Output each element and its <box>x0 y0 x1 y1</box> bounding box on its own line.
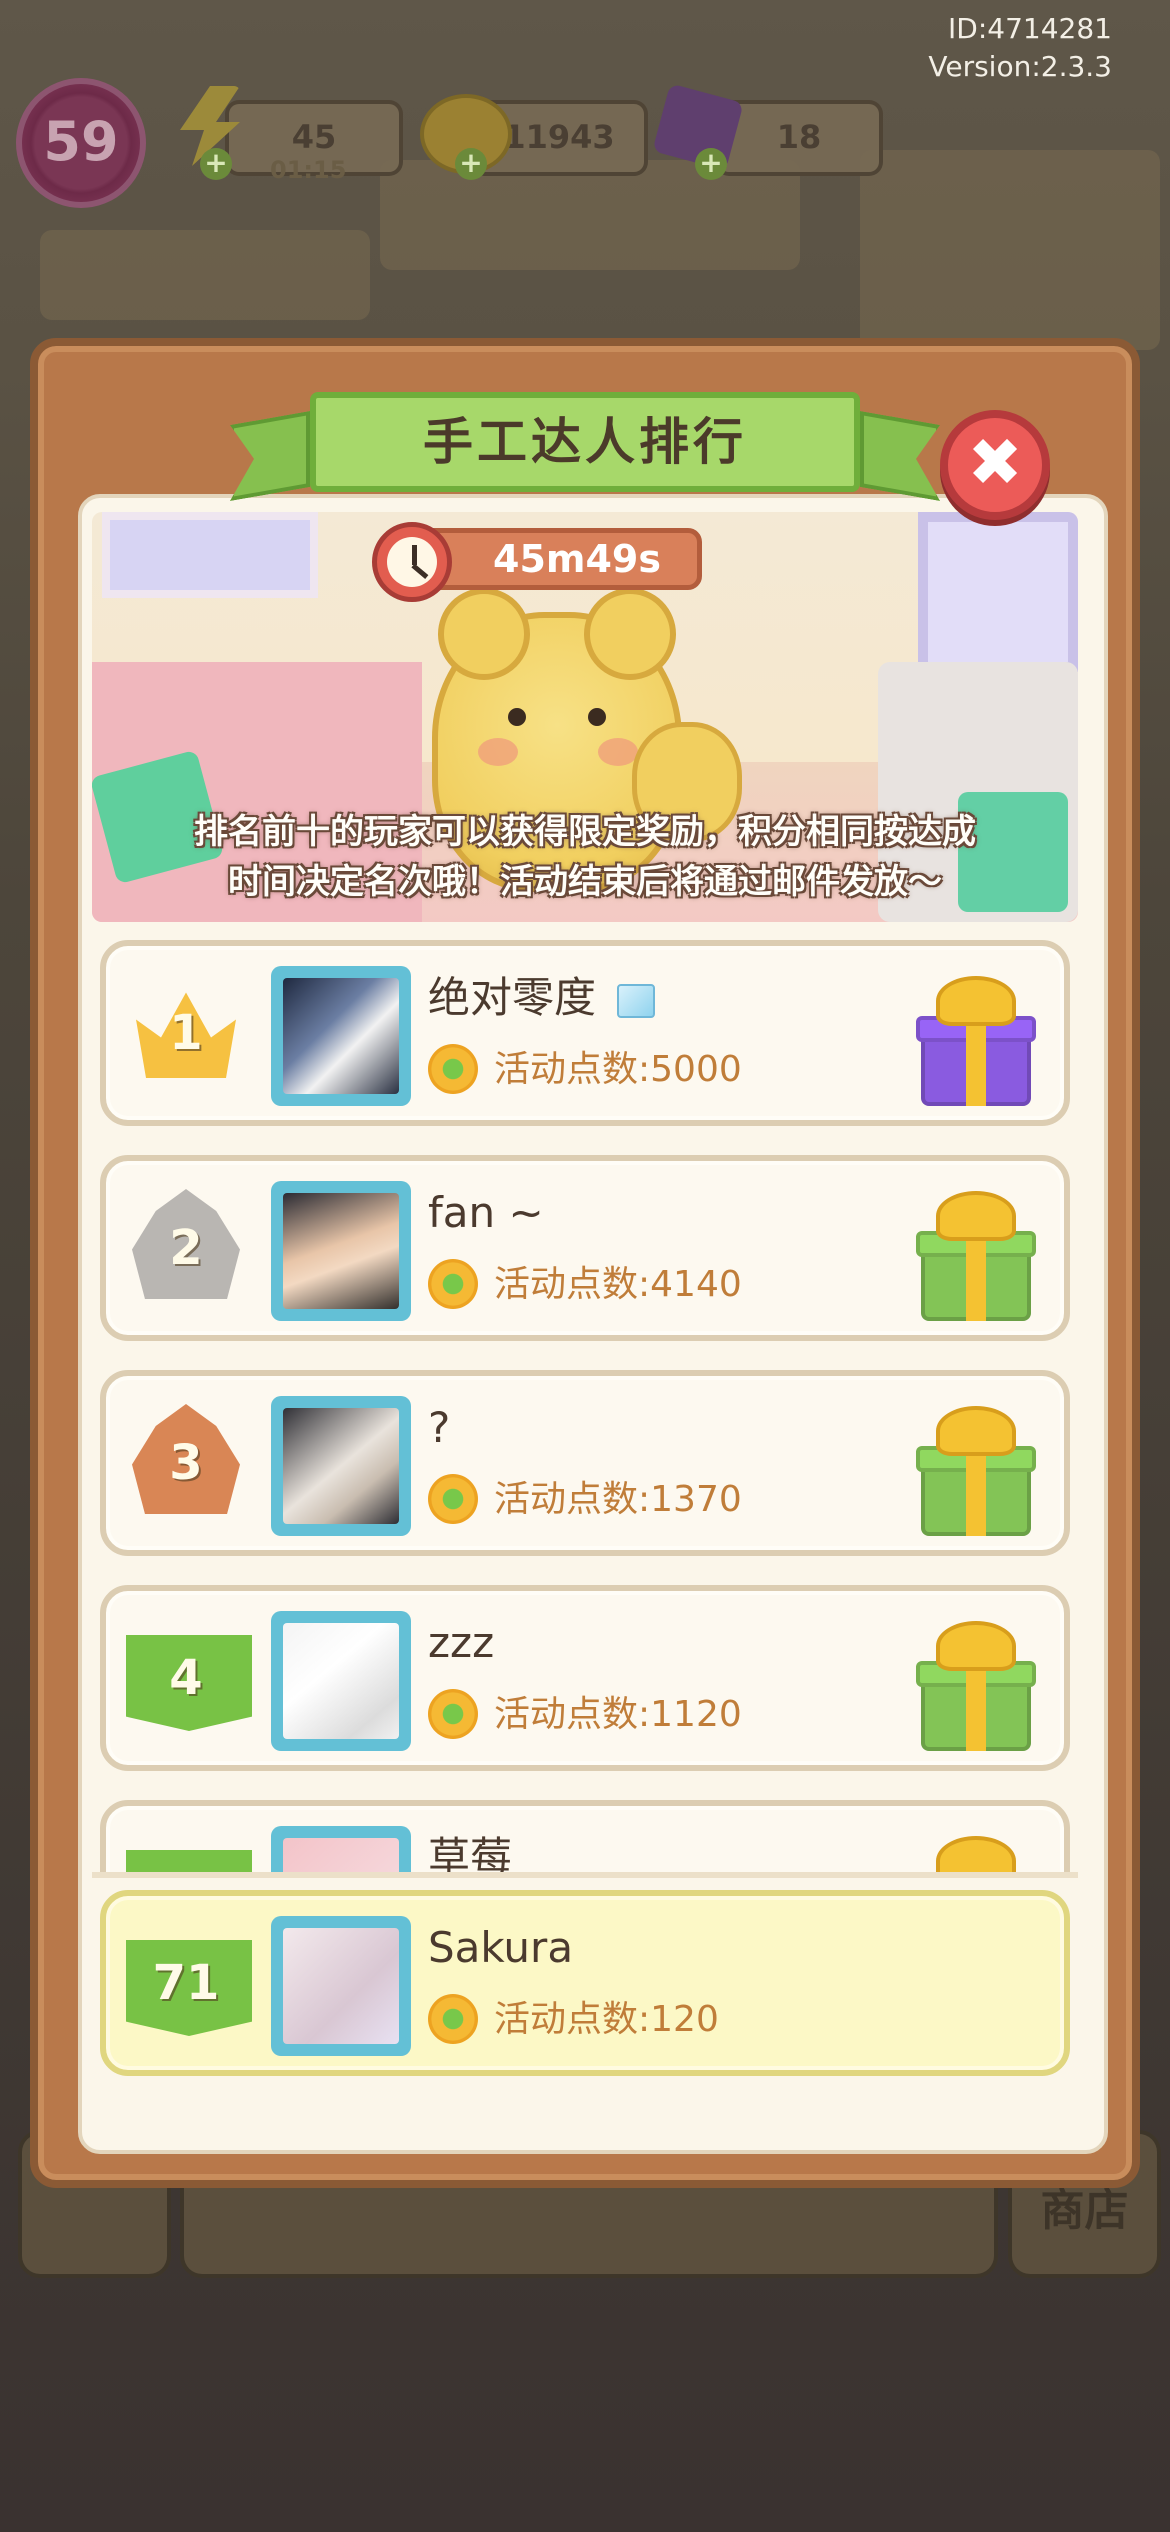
table-row[interactable]: 2 fan ~ 活动点数:4140 <box>100 1155 1070 1341</box>
table-row[interactable]: 1 绝对零度 活动点数:5000 <box>100 940 1070 1126</box>
reward-gift-icon[interactable] <box>916 976 1036 1106</box>
avatar[interactable] <box>271 1181 411 1321</box>
player-id-text: ID:4714281 <box>948 12 1112 45</box>
table-row[interactable]: 4 zzz 活动点数:1120 <box>100 1585 1070 1771</box>
rank-badge: 3 <box>126 1398 246 1528</box>
player-name: Sakura <box>428 1923 574 1972</box>
avatar-image <box>283 1838 399 1875</box>
event-description-line2: 时间决定名次哦！活动结束后将通过邮件发放～ <box>228 862 942 902</box>
close-button[interactable]: ✖ <box>940 410 1050 520</box>
gem-value: 18 <box>776 118 822 156</box>
rank-badge: 4 <box>126 1613 252 1743</box>
reward-gift-icon[interactable] <box>916 1191 1036 1321</box>
avatar[interactable] <box>271 1611 411 1751</box>
title-ribbon: 手工达人排行 <box>270 382 900 512</box>
score-text: 活动点数:1370 <box>494 1479 742 1520</box>
list-divider <box>92 1872 1078 1878</box>
flower-point-icon <box>428 1994 478 2044</box>
player-name-text: zzz <box>428 1618 495 1667</box>
energy-timer: 01:15 <box>270 156 347 184</box>
rank-number: 2 <box>169 1220 203 1276</box>
rank-badge: 5 <box>126 1828 252 1875</box>
player-score: 活动点数:1120 <box>428 1687 742 1743</box>
score-text: 活动点数:4140 <box>494 1264 742 1305</box>
avatar-image <box>283 1193 399 1309</box>
player-name-text: fan ~ <box>428 1188 544 1237</box>
rank-number: 1 <box>169 1005 203 1061</box>
rank-badge: 2 <box>126 1183 246 1313</box>
event-banner: 45m49s 排名前十的玩家可以获得限定奖励，积分相同按达成 时间决定名次哦！活… <box>92 512 1078 922</box>
reward-gift-icon[interactable] <box>916 1836 1036 1875</box>
bear-eye-right <box>588 708 606 726</box>
modal-title: 手工达人排行 <box>310 392 860 492</box>
energy-value: 45 <box>291 118 337 156</box>
my-rank-row: 71 Sakura 活动点数:120 <box>100 1890 1070 2076</box>
player-score: 活动点数:1370 <box>428 1472 742 1528</box>
player-name: 绝对零度 <box>428 968 656 1028</box>
avatar-image <box>283 1928 399 2044</box>
coin-value: 11943 <box>503 118 615 156</box>
player-name: ? <box>428 1398 450 1458</box>
bg-counter <box>40 230 370 320</box>
flower-point-icon <box>428 1044 478 1094</box>
player-name-text: 草莓 <box>428 1833 513 1875</box>
rank-number: 3 <box>169 1435 203 1491</box>
player-name-text: 绝对零度 <box>428 973 597 1022</box>
add-coins-icon[interactable]: + <box>455 148 487 180</box>
add-energy-icon[interactable]: + <box>200 148 232 180</box>
player-name: 草莓 <box>428 1828 512 1875</box>
player-score: 活动点数:5000 <box>428 1042 742 1098</box>
my-rank-number: 71 <box>152 1955 220 2011</box>
avatar[interactable] <box>271 1826 411 1875</box>
player-name-text: ? <box>428 1403 451 1452</box>
player-score: 活动点数:120 <box>428 1992 719 2048</box>
avatar-image <box>283 1623 399 1739</box>
avatar-image <box>283 1408 399 1524</box>
event-description-line1: 排名前十的玩家可以获得限定奖励，积分相同按达成 <box>194 812 976 852</box>
reward-gift-icon[interactable] <box>916 1406 1036 1536</box>
avatar[interactable] <box>271 966 411 1106</box>
player-name: zzz <box>428 1613 494 1673</box>
player-score: 活动点数:4140 <box>428 1257 742 1313</box>
rank-badge: 1 <box>126 968 246 1098</box>
player-name: fan ~ <box>428 1183 544 1243</box>
event-description: 排名前十的玩家可以获得限定奖励，积分相同按达成 时间决定名次哦！活动结束后将通过… <box>112 807 1058 907</box>
ice-cube-icon <box>617 983 656 1018</box>
event-timer: 45m49s <box>372 522 702 602</box>
score-text: 活动点数:1120 <box>494 1694 742 1735</box>
avatar[interactable] <box>271 1916 411 2056</box>
score-text: 活动点数:120 <box>494 1999 719 2040</box>
bear-cheek-right <box>598 738 638 766</box>
flower-point-icon <box>428 1259 478 1309</box>
ranking-list[interactable]: 1 绝对零度 活动点数:5000 2 fan ~ 活动点数:4140 3 ? 活… <box>92 940 1078 1875</box>
clock-icon <box>372 522 452 602</box>
avatar-image <box>283 978 399 1094</box>
banner-window-right <box>918 512 1078 672</box>
flower-point-icon <box>428 1689 478 1739</box>
close-icon: ✖ <box>967 424 1023 501</box>
add-gems-icon[interactable]: + <box>695 148 727 180</box>
bear-eye-left <box>508 708 526 726</box>
bear-cheek-left <box>478 738 518 766</box>
rank-number: 4 <box>169 1650 203 1706</box>
banner-window-left <box>102 512 318 598</box>
build-info: ID:4714281 Version:2.3.3 <box>928 10 1112 86</box>
table-row[interactable]: 5 草莓 <box>100 1800 1070 1875</box>
timer-value: 45m49s <box>412 528 702 590</box>
my-rank-badge: 71 <box>126 1918 252 2048</box>
flower-point-icon <box>428 1474 478 1524</box>
score-text: 活动点数:5000 <box>494 1049 742 1090</box>
reward-gift-icon[interactable] <box>916 1621 1036 1751</box>
avatar[interactable] <box>271 1396 411 1536</box>
resource-bar: 45 01:15 + 11943 + 18 + <box>0 76 1170 196</box>
table-row[interactable]: 3 ? 活动点数:1370 <box>100 1370 1070 1556</box>
